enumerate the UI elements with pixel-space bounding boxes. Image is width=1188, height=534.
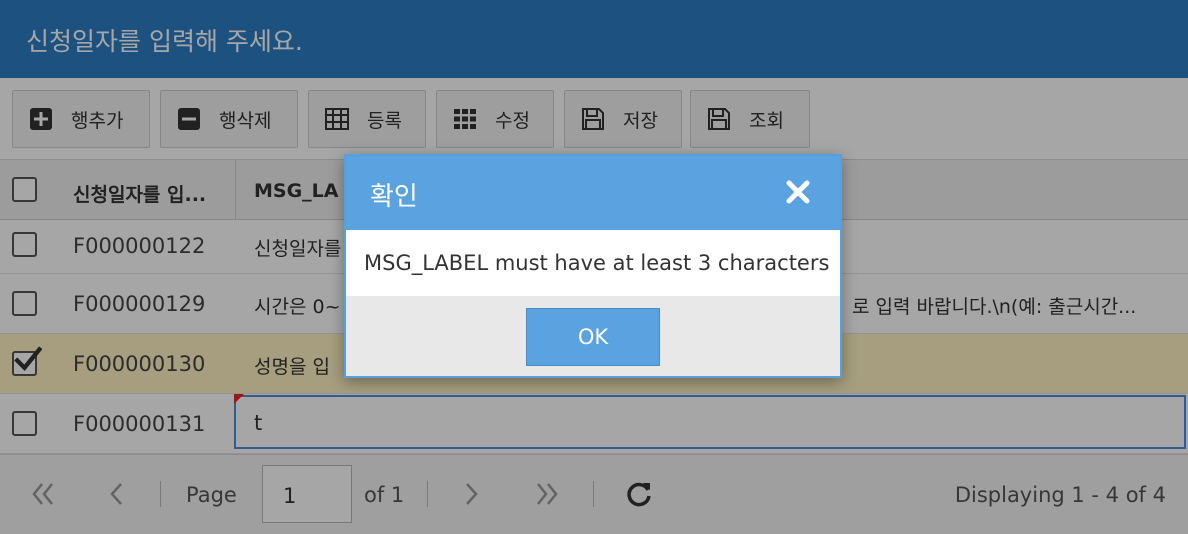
ok-button[interactable]: OK	[526, 308, 660, 366]
dialog-header: 확인	[346, 156, 840, 230]
dialog-footer: OK	[346, 296, 840, 376]
dialog-message: MSG_LABEL must have at least 3 character…	[364, 251, 830, 275]
app-root: 신청일자를 입력해 주세요. 행추가 행삭제 등록 수정 저장 조회 신청일자를…	[0, 0, 1188, 534]
dialog-title: 확인	[370, 182, 418, 212]
dialog-body: MSG_LABEL must have at least 3 character…	[346, 230, 840, 296]
confirm-dialog: 확인 MSG_LABEL must have at least 3 charac…	[344, 154, 842, 378]
close-icon[interactable]	[784, 178, 812, 206]
